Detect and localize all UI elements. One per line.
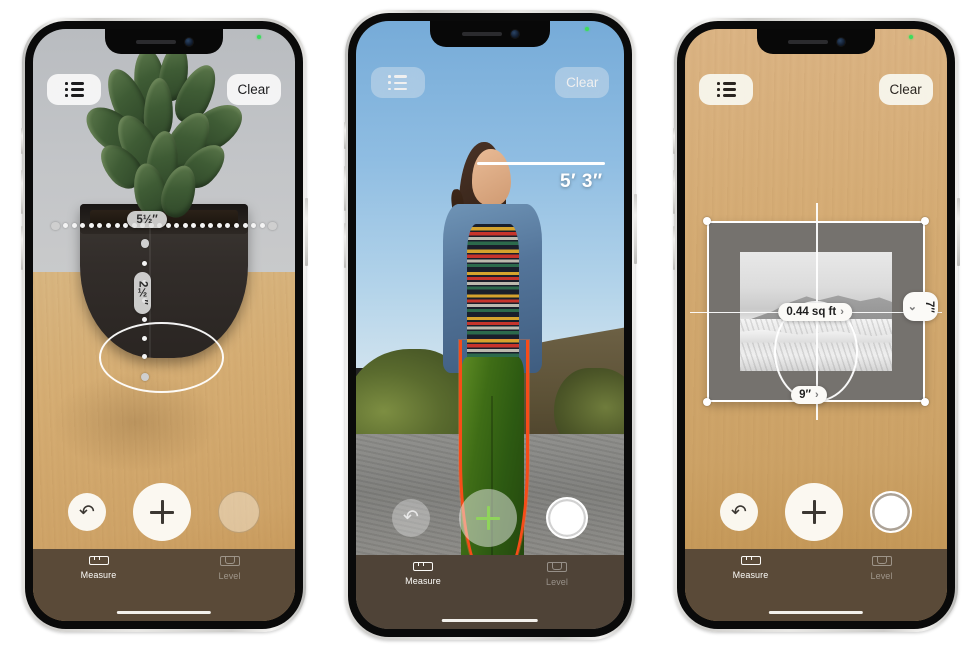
volume-down-button[interactable]	[20, 226, 23, 270]
volume-down-button[interactable]	[343, 223, 346, 268]
capture-button[interactable]	[870, 491, 913, 534]
phone-bezel: 5½″ 2½″ Clear ↷ Measure Level	[25, 21, 303, 629]
picture-frame	[707, 221, 925, 402]
camera-privacy-indicator	[585, 27, 589, 31]
add-point-button[interactable]	[784, 483, 843, 542]
level-icon	[547, 561, 567, 572]
tab-level[interactable]: Level	[164, 555, 295, 581]
mute-switch[interactable]	[672, 128, 675, 154]
earpiece-speaker	[135, 39, 176, 44]
tab-level-label: Level	[218, 570, 241, 581]
phone-bezel: 5′ 3″ Clear ↷ Measure Level	[348, 13, 632, 637]
screenshot-stage: 5½″ 2½″ Clear ↷ Measure Level 5′ 3″ Clea…	[0, 0, 980, 650]
snow-field	[739, 318, 893, 372]
front-camera	[184, 37, 193, 46]
phone-measure-object: 5½″ 2½″ Clear ↷ Measure Level	[20, 18, 308, 632]
history-list-button[interactable]	[47, 73, 102, 105]
plus-icon	[801, 500, 826, 525]
notch	[430, 21, 550, 47]
power-button[interactable]	[305, 198, 308, 266]
head	[472, 148, 511, 207]
add-point-button[interactable]	[132, 483, 191, 542]
phone-screen: 5½″ 2½″ Clear ↷ Measure Level	[33, 29, 295, 621]
home-indicator[interactable]	[768, 610, 864, 614]
capture-controls: ↷	[33, 483, 295, 542]
phone-screen: 0.44 sq ft › 7″ ⌄ 9″ › Clear ↷ Measure L…	[685, 29, 947, 621]
earpiece-speaker	[787, 39, 828, 44]
capture-button[interactable]	[218, 491, 261, 534]
notch	[757, 29, 875, 54]
tab-level-label: Level	[545, 576, 568, 587]
plus-icon	[149, 500, 174, 525]
list-icon	[65, 82, 84, 97]
mute-switch[interactable]	[20, 128, 23, 154]
top-toolbar: Clear	[370, 67, 610, 99]
phone-measure-area: 0.44 sq ft › 7″ ⌄ 9″ › Clear ↷ Measure L…	[672, 18, 960, 632]
plus-icon	[475, 505, 500, 530]
undo-icon: ↷	[730, 501, 747, 523]
add-point-button[interactable]	[458, 488, 517, 547]
phone-measure-person: 5′ 3″ Clear ↷ Measure Level	[343, 10, 637, 640]
phone-screen: 5′ 3″ Clear ↷ Measure Level	[356, 21, 624, 629]
ruler-icon	[88, 555, 109, 565]
capture-controls: ↷	[356, 488, 624, 547]
tab-level[interactable]: Level	[490, 561, 624, 587]
tab-measure-label: Measure	[80, 569, 117, 580]
list-icon	[388, 75, 408, 91]
jump-rope	[458, 339, 529, 589]
tab-measure[interactable]: Measure	[356, 561, 490, 586]
landscape-photo	[739, 252, 893, 372]
ruler-icon	[413, 561, 433, 571]
tab-measure[interactable]: Measure	[33, 555, 164, 580]
undo-icon: ↷	[402, 507, 419, 529]
phone-bezel: 0.44 sq ft › 7″ ⌄ 9″ › Clear ↷ Measure L…	[677, 21, 955, 629]
volume-down-button[interactable]	[672, 226, 675, 270]
front-camera	[510, 30, 519, 38]
undo-icon: ↷	[78, 501, 95, 523]
top-toolbar: Clear	[699, 73, 933, 105]
power-button[interactable]	[634, 194, 637, 264]
camera-privacy-indicator	[257, 35, 261, 39]
volume-up-button[interactable]	[343, 166, 346, 211]
undo-button[interactable]: ↷	[67, 493, 106, 532]
volume-up-button[interactable]	[20, 170, 23, 214]
ruler-icon	[740, 555, 761, 565]
pot-edge	[148, 222, 151, 358]
tab-measure-label: Measure	[732, 569, 769, 580]
clear-button[interactable]: Clear	[878, 73, 933, 105]
earpiece-speaker	[461, 32, 502, 36]
power-button[interactable]	[957, 198, 960, 266]
capture-controls: ↷	[685, 483, 947, 542]
capture-button[interactable]	[546, 496, 589, 539]
top-toolbar: Clear	[47, 73, 281, 105]
clear-button[interactable]: Clear	[555, 67, 610, 99]
history-list-button[interactable]	[370, 67, 425, 99]
undo-button[interactable]: ↷	[391, 498, 430, 537]
mute-switch[interactable]	[343, 122, 346, 149]
clear-button[interactable]: Clear	[226, 73, 281, 105]
undo-button[interactable]: ↷	[719, 493, 758, 532]
tab-measure[interactable]: Measure	[685, 555, 816, 580]
level-icon	[219, 555, 240, 566]
tab-level[interactable]: Level	[816, 555, 947, 581]
camera-privacy-indicator	[909, 35, 913, 39]
tab-measure-label: Measure	[405, 575, 441, 586]
home-indicator[interactable]	[116, 610, 212, 614]
notch	[105, 29, 223, 54]
history-list-button[interactable]	[699, 73, 754, 105]
level-icon	[871, 555, 892, 566]
front-camera	[836, 37, 845, 46]
tab-level-label: Level	[870, 570, 893, 581]
home-indicator[interactable]	[441, 618, 539, 622]
list-icon	[717, 82, 736, 97]
volume-up-button[interactable]	[672, 170, 675, 214]
